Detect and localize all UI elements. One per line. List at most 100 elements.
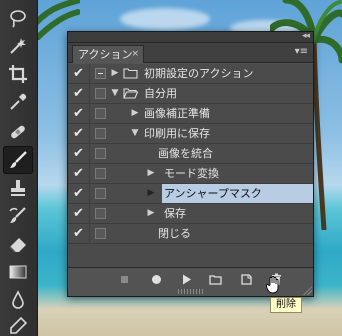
action-row-content[interactable]: 画像を統合 [158, 144, 313, 163]
action-row[interactable]: ✔ 閉じる [68, 224, 313, 244]
pen-tool[interactable] [3, 312, 33, 336]
toggle-dialog-checkbox[interactable] [95, 228, 106, 239]
toggle-dialog-checkbox[interactable] [95, 108, 106, 119]
eyedropper-icon [10, 93, 27, 110]
new-action-button[interactable] [238, 271, 254, 287]
bandage-icon [11, 125, 25, 139]
action-row[interactable]: ✔ ▶ 保存 [68, 204, 313, 224]
new-set-button[interactable] [207, 271, 223, 287]
healing-brush-tool[interactable] [3, 118, 33, 146]
magic-wand-icon [10, 38, 26, 54]
delete-tooltip: 削除 [270, 297, 302, 313]
history-brush-tool[interactable] [3, 202, 33, 230]
stop-icon [120, 275, 128, 283]
action-row-content[interactable]: ▶ モード変換 [148, 164, 313, 183]
toggle-dialog-checkbox[interactable] [95, 208, 106, 219]
action-row-content[interactable]: ▶ アンシャープマスク [148, 184, 313, 203]
action-label: 自分用 [144, 87, 177, 100]
toggle-item-checkbox[interactable]: ✔ [68, 224, 90, 243]
collapsed-arrow-icon[interactable]: ▶ [110, 64, 120, 83]
action-row[interactable]: ✔ ▶ 画像補正準備 [68, 104, 313, 124]
action-row-content[interactable]: 閉じる [158, 224, 313, 243]
toggle-item-checkbox[interactable]: ✔ [68, 204, 90, 223]
record-icon [151, 274, 161, 284]
stop-button[interactable] [116, 271, 132, 287]
action-row[interactable]: ✔ ▶ アンシャープマスク [68, 184, 313, 204]
new-item-icon [240, 273, 252, 285]
collapsed-arrow-icon[interactable]: ▶ [130, 104, 140, 123]
toggle-dialog-checkbox[interactable] [95, 188, 106, 199]
toggle-item-checkbox[interactable]: ✔ [68, 164, 90, 183]
magic-wand-tool[interactable] [3, 32, 33, 60]
panel-tab-bar: アクション × ▾≡ [68, 43, 313, 63]
action-label: モード変換 [164, 167, 219, 180]
toggle-item-checkbox[interactable]: ✔ [68, 64, 90, 83]
folder-icon [208, 274, 222, 285]
toggle-dialog-checkbox[interactable] [95, 148, 106, 159]
action-row-content[interactable]: ▶ 画像補正準備 [112, 104, 313, 123]
eraser-tool[interactable] [3, 230, 33, 258]
toggle-item-checkbox[interactable]: ✔ [68, 104, 90, 123]
action-label: アンシャープマスク [164, 187, 262, 200]
play-icon [182, 274, 191, 284]
action-row-content[interactable]: ▶ 保存 [148, 204, 313, 223]
stamp-icon [11, 180, 25, 196]
collapsed-arrow-icon[interactable]: ▶ [146, 204, 156, 223]
record-button[interactable] [148, 271, 164, 287]
panel-drag-grip[interactable] [178, 289, 204, 294]
toggle-item-checkbox[interactable]: ✔ [68, 144, 90, 163]
drop-icon [12, 290, 24, 309]
pen-icon [10, 316, 28, 334]
action-row[interactable]: ✔ ▶ モード変換 [68, 164, 313, 184]
action-label: 画像を統合 [158, 147, 213, 160]
folder-icon [123, 68, 138, 79]
action-label: 保存 [164, 207, 186, 220]
action-label: 画像補正準備 [144, 107, 210, 120]
panel-menu-button[interactable]: ▾≡ [295, 46, 308, 57]
toggle-item-checkbox[interactable]: ✔ [68, 124, 90, 143]
brush-tool[interactable] [3, 146, 33, 174]
close-tab-button[interactable]: × [131, 46, 139, 63]
actions-list: ✔ ▶ 初期設定のアクション ✔ ▼ 自分用 ✔ ▶ 画像補正準備 ✔ ▼ 印刷用に保存 ✔ 画像を統合 ✔… [68, 64, 313, 267]
expanded-arrow-icon[interactable]: ▼ [110, 84, 120, 103]
gradient-tool[interactable] [3, 258, 33, 286]
open-folder-icon [123, 88, 138, 99]
gradient-icon [9, 265, 27, 279]
toggle-dialog-checkbox[interactable] [95, 88, 106, 99]
lasso-tool[interactable] [3, 4, 33, 32]
tools-panel [0, 0, 38, 336]
collapse-panel-button[interactable]: ◂◂ [302, 31, 310, 41]
actions-panel: ◂◂ アクション × ▾≡ ✔ ▶ 初期設定のアクション ✔ ▼ 自分用 ✔ ▶ 画像補正準備 ✔… [67, 31, 314, 297]
eyedropper-tool[interactable] [3, 88, 33, 116]
action-label: 閉じる [158, 227, 191, 240]
action-row-content[interactable]: ▼ 印刷用に保存 [112, 124, 313, 143]
action-label: 初期設定のアクション [144, 67, 254, 80]
collapsed-arrow-icon[interactable]: ▶ [146, 164, 156, 183]
tab-actions[interactable]: アクション × [72, 45, 144, 63]
blur-tool[interactable] [3, 286, 33, 314]
crop-tool[interactable] [3, 60, 33, 88]
toggle-dialog-checkbox[interactable] [95, 168, 106, 179]
action-row[interactable]: ✔ 画像を統合 [68, 144, 313, 164]
tab-actions-label: アクション [78, 48, 133, 61]
eraser-icon [9, 238, 26, 253]
action-row-content[interactable]: ▶ 初期設定のアクション [112, 64, 313, 83]
action-row[interactable]: ✔ ▶ 初期設定のアクション [68, 64, 313, 84]
toggle-item-checkbox[interactable]: ✔ [68, 84, 90, 103]
lasso-icon [10, 10, 26, 28]
play-button[interactable] [178, 271, 194, 287]
crop-icon [9, 65, 27, 83]
collapsed-arrow-icon[interactable]: ▶ [146, 184, 156, 203]
panel-header: ◂◂ [68, 31, 313, 43]
toggle-dialog-checkbox[interactable] [95, 68, 106, 79]
action-label: 印刷用に保存 [144, 127, 210, 140]
toggle-item-checkbox[interactable]: ✔ [68, 184, 90, 203]
expanded-arrow-icon[interactable]: ▼ [130, 124, 140, 143]
action-row-content[interactable]: ▼ 自分用 [112, 84, 313, 103]
history-brush-icon [9, 207, 26, 223]
action-row[interactable]: ✔ ▼ 印刷用に保存 [68, 124, 313, 144]
action-row[interactable]: ✔ ▼ 自分用 [68, 84, 313, 104]
toggle-dialog-checkbox[interactable] [95, 128, 106, 139]
clone-stamp-tool[interactable] [3, 174, 33, 202]
panel-resize-handle[interactable] [303, 286, 312, 295]
